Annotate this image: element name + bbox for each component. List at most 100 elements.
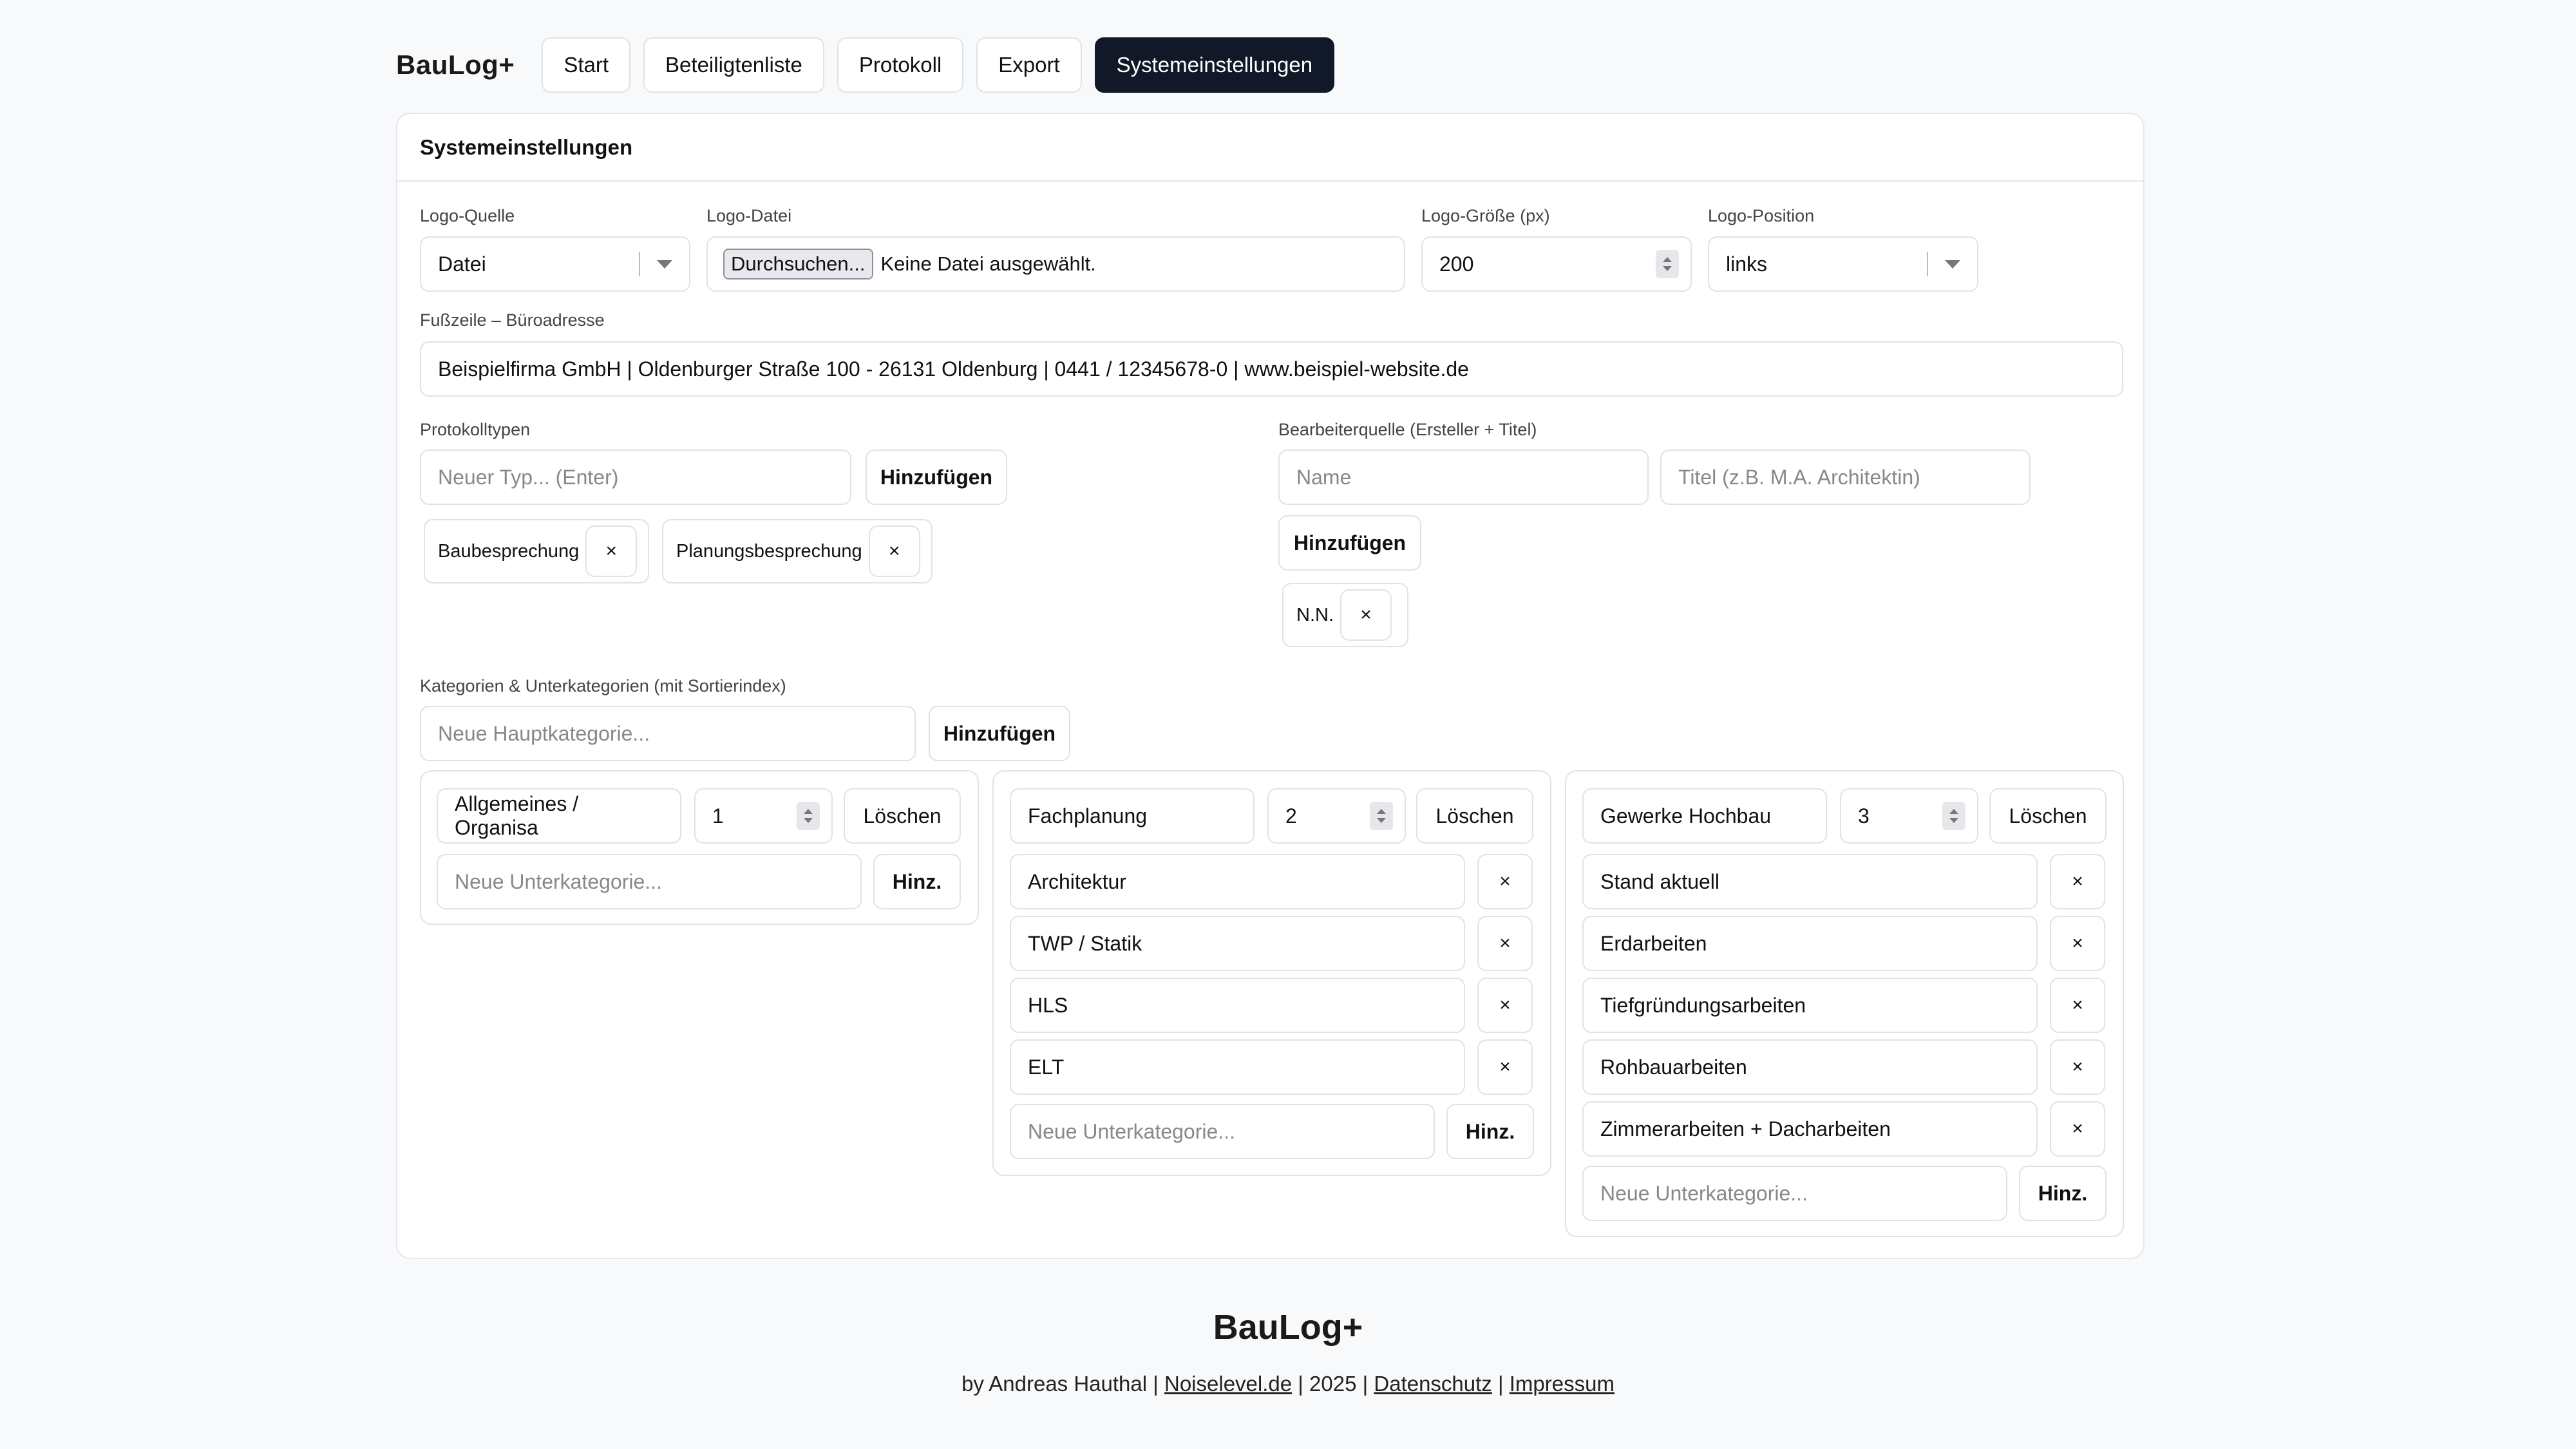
category-index-input[interactable]: 1 bbox=[694, 788, 833, 844]
chevron-down-icon bbox=[1927, 252, 1977, 276]
remove-subcategory-icon[interactable]: × bbox=[1477, 1039, 1533, 1095]
remove-subcategory-icon[interactable]: × bbox=[2050, 1101, 2105, 1157]
add-subcategory-button[interactable]: Hinz. bbox=[873, 854, 961, 909]
logo-size-label: Logo-Größe (px) bbox=[1421, 206, 1550, 225]
settings-card: Systemeinstellungen Logo-Quelle Datei Lo… bbox=[396, 113, 2145, 1259]
logo-file-input[interactable]: Durchsuchen... Keine Datei ausgewählt. bbox=[706, 236, 1405, 292]
footer-address-label: Fußzeile – Büroadresse bbox=[420, 310, 605, 330]
footer-link-noiselevel[interactable]: Noiselevel.de bbox=[1164, 1372, 1292, 1396]
brand-logo: BauLog+ bbox=[396, 50, 515, 80]
subcategory-field[interactable]: HLS bbox=[1010, 978, 1465, 1033]
protocol-type-input[interactable]: Neuer Typ... (Enter) bbox=[420, 450, 851, 505]
add-subcategory-button[interactable]: Hinz. bbox=[2019, 1166, 2107, 1221]
subcategory-input[interactable]: Neue Unterkategorie... bbox=[1010, 1104, 1435, 1159]
card-title: Systemeinstellungen bbox=[397, 114, 2143, 182]
stepper-icon[interactable] bbox=[1370, 802, 1393, 830]
category-index: 1 bbox=[712, 804, 724, 828]
logo-size-input[interactable]: 200 bbox=[1421, 236, 1692, 292]
logo-position-value: links bbox=[1726, 252, 1768, 276]
footer-address-value: Beispielfirma GmbH | Oldenburger Straße … bbox=[438, 357, 1469, 381]
editor-chip: N.N. × bbox=[1282, 583, 1408, 647]
browse-button[interactable]: Durchsuchen... bbox=[723, 249, 873, 279]
subcategory-field[interactable]: Stand aktuell bbox=[1582, 854, 2038, 909]
category-index-input[interactable]: 3 bbox=[1840, 788, 1978, 844]
stepper-icon[interactable] bbox=[1656, 250, 1679, 278]
footer-link-datenschutz[interactable]: Datenschutz bbox=[1374, 1372, 1492, 1396]
nav-protokoll[interactable]: Protokoll bbox=[837, 37, 964, 93]
footer-separator: | bbox=[1497, 1372, 1504, 1396]
remove-icon[interactable]: × bbox=[585, 526, 638, 577]
category-index: 3 bbox=[1858, 804, 1870, 828]
subcategory-field[interactable]: TWP / Statik bbox=[1010, 916, 1465, 971]
protocol-types-label: Protokolltypen bbox=[420, 420, 531, 439]
logo-position-select[interactable]: links bbox=[1708, 236, 1978, 292]
editor-name-input[interactable]: Name bbox=[1278, 450, 1649, 505]
top-nav: BauLog+ Start Beteiligtenliste Protokoll… bbox=[396, 37, 1347, 93]
protocol-type-chip: Baubesprechung × bbox=[424, 519, 649, 583]
categories-label: Kategorien & Unterkategorien (mit Sortie… bbox=[420, 676, 786, 696]
subcategory-name: Architektur bbox=[1028, 869, 1126, 893]
remove-subcategory-icon[interactable]: × bbox=[2050, 1039, 2105, 1095]
delete-category-button[interactable]: Löschen bbox=[1989, 788, 2107, 844]
subcategory-name: TWP / Statik bbox=[1028, 931, 1142, 955]
remove-subcategory-icon[interactable]: × bbox=[2050, 854, 2105, 909]
editor-title-input[interactable]: Titel (z.B. M.A. Architektin) bbox=[1660, 450, 2031, 505]
subcategory-placeholder: Neue Unterkategorie... bbox=[1028, 1119, 1235, 1143]
subcategory-field[interactable]: Erdarbeiten bbox=[1582, 916, 2038, 971]
footer-by: by Andreas Hauthal | bbox=[961, 1372, 1159, 1396]
main-category-input[interactable]: Neue Hauptkategorie... bbox=[420, 706, 916, 761]
footer-address-input[interactable]: Beispielfirma GmbH | Oldenburger Straße … bbox=[420, 341, 2123, 397]
subcategory-name: Stand aktuell bbox=[1600, 869, 1720, 893]
remove-subcategory-icon[interactable]: × bbox=[2050, 978, 2105, 1033]
add-editor-button[interactable]: Hinzufügen bbox=[1278, 515, 1421, 571]
subcategory-name: Tiefgründungsarbeiten bbox=[1600, 993, 1806, 1017]
remove-subcategory-icon[interactable]: × bbox=[1477, 916, 1533, 971]
chip-label: N.N. bbox=[1296, 604, 1334, 625]
category-name-input[interactable]: Allgemeines / Organisa bbox=[437, 788, 681, 844]
nav-export[interactable]: Export bbox=[976, 37, 1082, 93]
chevron-down-icon bbox=[639, 252, 689, 276]
logo-file-label: Logo-Datei bbox=[706, 206, 792, 225]
subcategory-field[interactable]: Tiefgründungsarbeiten bbox=[1582, 978, 2038, 1033]
subcategory-field[interactable]: ELT bbox=[1010, 1039, 1465, 1095]
remove-icon[interactable]: × bbox=[1340, 589, 1392, 641]
category-name: Gewerke Hochbau bbox=[1600, 804, 1772, 828]
chip-label: Planungsbesprechung bbox=[676, 540, 862, 562]
chip-label: Baubesprechung bbox=[438, 540, 580, 562]
remove-subcategory-icon[interactable]: × bbox=[1477, 978, 1533, 1033]
remove-icon[interactable]: × bbox=[868, 526, 920, 577]
nav-systemeinstellungen[interactable]: Systemeinstellungen bbox=[1094, 37, 1335, 93]
category-index-input[interactable]: 2 bbox=[1267, 788, 1406, 844]
add-subcategory-button[interactable]: Hinz. bbox=[1446, 1104, 1534, 1159]
editor-name-placeholder: Name bbox=[1296, 465, 1352, 489]
add-main-category-button[interactable]: Hinzufügen bbox=[929, 706, 1070, 761]
remove-subcategory-icon[interactable]: × bbox=[1477, 854, 1533, 909]
main-category-placeholder: Neue Hauptkategorie... bbox=[438, 721, 650, 745]
editor-title-placeholder: Titel (z.B. M.A. Architektin) bbox=[1678, 465, 1920, 489]
subcategory-input[interactable]: Neue Unterkategorie... bbox=[1582, 1166, 2007, 1221]
file-status: Keine Datei ausgewählt. bbox=[880, 252, 1096, 275]
delete-category-button[interactable]: Löschen bbox=[1416, 788, 1533, 844]
footer-year: | 2025 | bbox=[1298, 1372, 1368, 1396]
category-name-input[interactable]: Fachplanung bbox=[1010, 788, 1255, 844]
protocol-type-placeholder: Neuer Typ... (Enter) bbox=[438, 465, 619, 489]
subcategory-field[interactable]: Architektur bbox=[1010, 854, 1465, 909]
logo-size-value: 200 bbox=[1439, 252, 1474, 276]
subcategory-name: Zimmerarbeiten + Dacharbeiten bbox=[1600, 1117, 1891, 1141]
add-protocol-type-button[interactable]: Hinzufügen bbox=[866, 450, 1007, 505]
nav-beteiligtenliste[interactable]: Beteiligtenliste bbox=[643, 37, 824, 93]
subcategory-input[interactable]: Neue Unterkategorie... bbox=[437, 854, 862, 909]
logo-source-select[interactable]: Datei bbox=[420, 236, 690, 292]
protocol-type-chip: Planungsbesprechung × bbox=[662, 519, 933, 583]
subcategory-name: HLS bbox=[1028, 993, 1068, 1017]
subcategory-field[interactable]: Rohbauarbeiten bbox=[1582, 1039, 2038, 1095]
nav-start[interactable]: Start bbox=[542, 37, 631, 93]
stepper-icon[interactable] bbox=[1942, 802, 1965, 830]
remove-subcategory-icon[interactable]: × bbox=[2050, 916, 2105, 971]
subcategory-field[interactable]: Zimmerarbeiten + Dacharbeiten bbox=[1582, 1101, 2038, 1157]
footer-link-impressum[interactable]: Impressum bbox=[1510, 1372, 1615, 1396]
subcategory-name: ELT bbox=[1028, 1055, 1065, 1079]
category-name-input[interactable]: Gewerke Hochbau bbox=[1582, 788, 1827, 844]
stepper-icon[interactable] bbox=[797, 802, 820, 830]
delete-category-button[interactable]: Löschen bbox=[844, 788, 961, 844]
